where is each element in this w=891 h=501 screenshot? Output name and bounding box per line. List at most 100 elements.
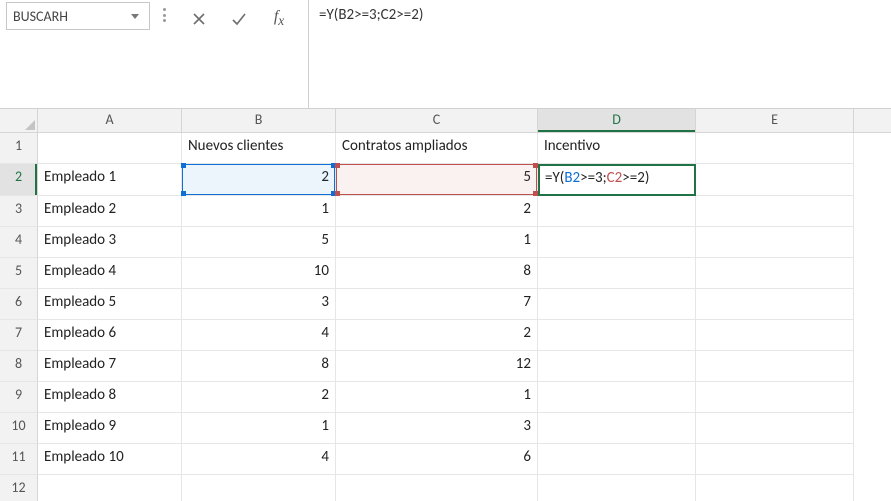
cell-C3[interactable]: 2 [336, 196, 538, 227]
row-header-12[interactable]: 12 [0, 475, 38, 501]
row-header-4[interactable]: 4 [0, 227, 38, 258]
row-header-2[interactable]: 2 [0, 164, 38, 196]
cell-C1[interactable]: Contratos ampliados [336, 133, 538, 164]
cell-C8[interactable]: 12 [336, 351, 538, 382]
col-header-A[interactable]: A [38, 109, 182, 132]
range-highlight-C2 [336, 164, 537, 195]
cell-A5[interactable]: Empleado 4 [38, 258, 182, 289]
name-box[interactable]: BUSCARH [6, 2, 150, 30]
cell-C11[interactable]: 6 [336, 444, 538, 475]
cell-D7[interactable] [538, 320, 696, 351]
cell-A6[interactable]: Empleado 5 [38, 289, 182, 320]
x-icon [192, 12, 206, 26]
cell-B5[interactable]: 10 [182, 258, 336, 289]
cell-B2-value: 2 [321, 168, 329, 186]
cell-D1[interactable]: Incentivo [538, 133, 696, 164]
cell-A8[interactable]: Empleado 7 [38, 351, 182, 382]
col-header-B[interactable]: B [182, 109, 336, 132]
cell-C7[interactable]: 2 [336, 320, 538, 351]
check-icon [231, 12, 247, 26]
cell-A1[interactable] [38, 133, 182, 164]
cell-D4[interactable] [538, 227, 696, 258]
formula-text: =Y(B2>=3;C2>=2) [319, 6, 423, 24]
cell-B7[interactable]: 4 [182, 320, 336, 351]
range-highlight-B2 [182, 164, 335, 195]
fx-icon: fx [274, 8, 284, 29]
formula-bar: BUSCARH fx =Y(B2>=3;C2>=2) [0, 0, 891, 109]
insert-function-button[interactable]: fx [268, 8, 290, 30]
cell-B9[interactable]: 2 [182, 382, 336, 413]
row-header-5[interactable]: 5 [0, 258, 38, 289]
row-header-7[interactable]: 7 [0, 320, 38, 351]
cell-C9[interactable]: 1 [336, 382, 538, 413]
cell-D9[interactable] [538, 382, 696, 413]
row-header-10[interactable]: 10 [0, 413, 38, 444]
row-header-8[interactable]: 8 [0, 351, 38, 382]
formula-bar-buttons: fx [180, 0, 298, 32]
cell-E6[interactable] [696, 289, 854, 320]
cell-A11[interactable]: Empleado 10 [38, 444, 182, 475]
cell-B4[interactable]: 5 [182, 227, 336, 258]
formula-bar-expand-handle[interactable] [150, 0, 180, 22]
cell-A4[interactable]: Empleado 3 [38, 227, 182, 258]
name-box-text: BUSCARH [13, 8, 127, 25]
row-header-9[interactable]: 9 [0, 382, 38, 413]
cell-B2[interactable]: 2 [182, 164, 336, 196]
cell-E8[interactable] [696, 351, 854, 382]
cell-C12[interactable] [336, 475, 538, 501]
cell-A7[interactable]: Empleado 6 [38, 320, 182, 351]
row-header-3[interactable]: 3 [0, 196, 38, 227]
row-header-11[interactable]: 11 [0, 444, 38, 475]
cell-A3[interactable]: Empleado 2 [38, 196, 182, 227]
select-all-cell[interactable] [0, 109, 38, 132]
cell-E2[interactable] [696, 164, 854, 196]
col-header-E[interactable]: E [696, 109, 854, 132]
cell-B6[interactable]: 3 [182, 289, 336, 320]
column-headers: A B C D E [0, 109, 891, 133]
cell-D11[interactable] [538, 444, 696, 475]
cell-B10[interactable]: 1 [182, 413, 336, 444]
cell-D3[interactable] [538, 196, 696, 227]
cell-B1[interactable]: Nuevos clientes [182, 133, 336, 164]
cell-A2[interactable]: Empleado 1 [38, 164, 182, 196]
cell-C5[interactable]: 8 [336, 258, 538, 289]
cell-A12[interactable] [38, 475, 182, 501]
cell-D12[interactable] [538, 475, 696, 501]
cell-D10[interactable] [538, 413, 696, 444]
cell-E10[interactable] [696, 413, 854, 444]
chevron-down-icon[interactable] [131, 14, 139, 19]
cell-D6[interactable] [538, 289, 696, 320]
cell-B3[interactable]: 1 [182, 196, 336, 227]
cell-E1[interactable] [696, 133, 854, 164]
cell-E9[interactable] [696, 382, 854, 413]
cell-D8[interactable] [538, 351, 696, 382]
cell-C2[interactable]: 5 [336, 164, 538, 196]
cell-E4[interactable] [696, 227, 854, 258]
formula-input[interactable]: =Y(B2>=3;C2>=2) [308, 0, 891, 108]
cell-B12[interactable] [182, 475, 336, 501]
cell-E12[interactable] [696, 475, 854, 501]
enter-button[interactable] [228, 8, 250, 30]
cell-E3[interactable] [696, 196, 854, 227]
cell-C10[interactable]: 3 [336, 413, 538, 444]
col-header-D[interactable]: D [538, 109, 696, 132]
cell-A10[interactable]: Empleado 9 [38, 413, 182, 444]
cancel-button[interactable] [188, 8, 210, 30]
cell-D2[interactable]: =Y(B2>=3;C2>=2) [538, 164, 696, 196]
cell-C6[interactable]: 7 [336, 289, 538, 320]
row-header-6[interactable]: 6 [0, 289, 38, 320]
spreadsheet-grid[interactable]: A B C D E 1 Nuevos clientes Contratos am… [0, 109, 891, 501]
cell-E5[interactable] [696, 258, 854, 289]
cell-E7[interactable] [696, 320, 854, 351]
row-header-1[interactable]: 1 [0, 133, 38, 164]
cell-A9[interactable]: Empleado 8 [38, 382, 182, 413]
grid-body: 1 Nuevos clientes Contratos ampliados In… [0, 133, 891, 501]
cell-C4[interactable]: 1 [336, 227, 538, 258]
col-header-C[interactable]: C [336, 109, 538, 132]
cell-C2-value: 5 [523, 168, 531, 186]
cell-E11[interactable] [696, 444, 854, 475]
cell-B11[interactable]: 4 [182, 444, 336, 475]
cell-B8[interactable]: 8 [182, 351, 336, 382]
cell-D2-editor: =Y(B2>=3;C2>=2) [545, 169, 649, 187]
cell-D5[interactable] [538, 258, 696, 289]
